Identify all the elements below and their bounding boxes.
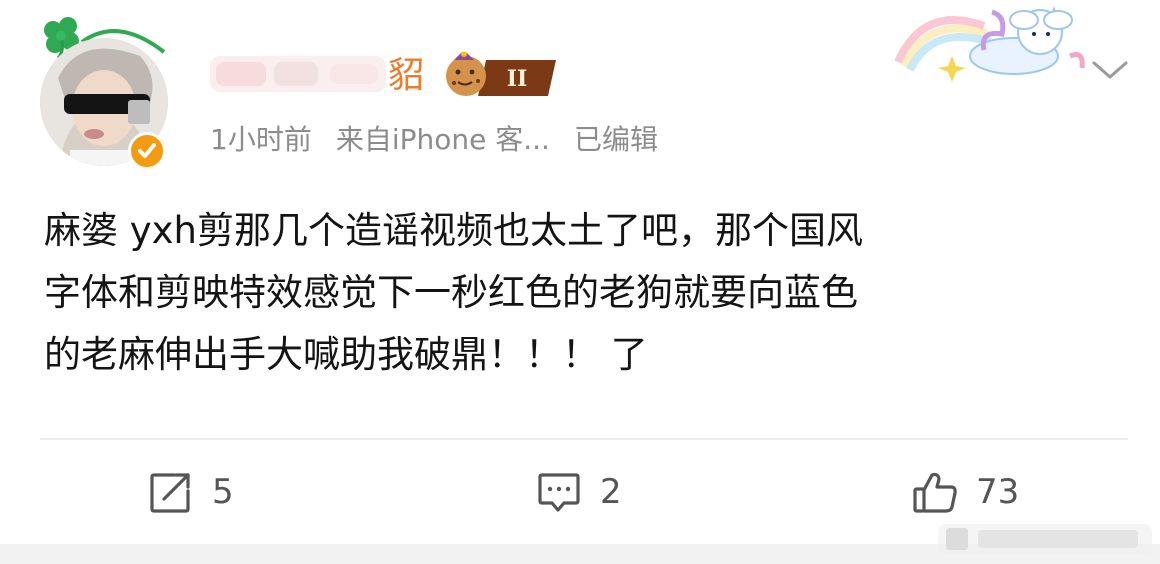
chevron-down-icon[interactable] — [1090, 56, 1130, 84]
post-meta: 1小时前 来自iPhone 客... 已编辑 — [210, 118, 658, 162]
comment-icon — [538, 473, 580, 512]
username-blurred — [210, 56, 386, 92]
share-button[interactable]: 5 — [148, 468, 234, 516]
post-content: 麻婆 yxh剪那几个造谣视频也太土了吧，那个国风 字体和剪映特效感觉下一秒红色的… — [44, 200, 1124, 386]
like-button[interactable]: 73 — [912, 468, 1019, 516]
post-time: 1小时前 — [210, 123, 312, 156]
cookie-level-badge: II — [446, 52, 556, 96]
post-content-line: 的老麻伸出手大喊助我破鼎！！！ 了 — [44, 333, 648, 376]
verified-badge — [128, 132, 166, 170]
post-content-line: 字体和剪映特效感觉下一秒红色的老狗就要向蓝色 — [44, 271, 858, 314]
share-icon — [150, 473, 190, 513]
divider — [40, 438, 1128, 440]
username[interactable]: 貂 — [388, 52, 424, 100]
edited-label[interactable]: 已编辑 — [574, 118, 658, 162]
level-badge-text: II — [507, 66, 528, 92]
thumbs-up-icon — [913, 472, 957, 513]
post-content-line: 麻婆 yxh剪那几个造谣视频也太土了吧，那个国风 — [44, 209, 864, 252]
watermark-blurred — [938, 524, 1152, 554]
like-count: 73 — [976, 472, 1020, 512]
avatar-container[interactable] — [38, 14, 178, 174]
decoration-sticker — [894, 6, 1085, 82]
check-icon — [138, 143, 156, 158]
comment-button[interactable]: 2 — [536, 468, 622, 516]
post-source[interactable]: 来自iPhone 客... — [336, 118, 550, 162]
comment-count: 2 — [600, 472, 622, 512]
share-count: 5 — [212, 472, 234, 512]
